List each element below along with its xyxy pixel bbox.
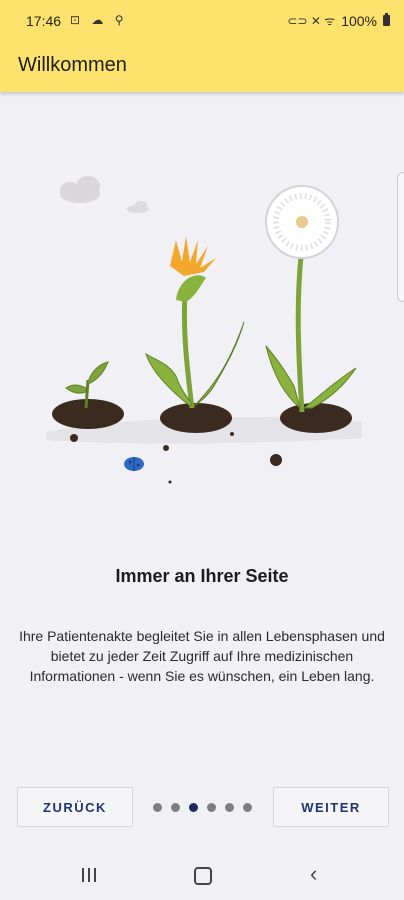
dandelion-flower [145, 236, 245, 409]
recents-icon[interactable] [82, 868, 96, 882]
small-cloud-icon [127, 201, 149, 213]
soil-mound-3 [280, 403, 352, 433]
app-title: Willkommen [18, 54, 127, 76]
app-bar: Willkommen [0, 44, 404, 92]
page-indicator [153, 803, 252, 812]
page-dot [171, 803, 180, 812]
page-dot-active [189, 803, 198, 812]
page-dot [225, 803, 234, 812]
edge-panel-handle[interactable] [397, 172, 404, 302]
home-icon[interactable] [194, 867, 212, 885]
page-heading: Immer an Ihrer Seite [115, 566, 289, 586]
soil-mound-1 [52, 399, 124, 429]
ladybug-icon [124, 457, 144, 471]
onboarding-illustration [46, 176, 362, 484]
status-bar: 17:46 ⊡ ☁ ⚲ ⊂⊃ ✕ ᯤ 100% [0, 0, 404, 44]
back-icon[interactable]: ‹ [310, 863, 317, 885]
battery-icon [383, 13, 390, 26]
back-button[interactable]: ZURÜCK [17, 787, 133, 827]
soil-mound-2 [160, 403, 232, 433]
page-dot [243, 803, 252, 812]
cloud-icon [60, 176, 100, 203]
status-time: 17:46 [26, 13, 62, 29]
status-right: ⊂⊃ ✕ ᯤ 100% [287, 12, 390, 29]
dandelion-seed [265, 185, 357, 413]
notification-icons: ⊡ ☁ ⚲ [70, 13, 128, 27]
page-description: Ihre Patientenakte begleitet Sie in alle… [19, 628, 385, 684]
battery-level: 100% [341, 12, 377, 29]
page-dot [153, 803, 162, 812]
next-button[interactable]: WEITER [273, 787, 389, 827]
signal-icons: ⊂⊃ ✕ ᯤ [287, 14, 336, 28]
system-nav-bar: ‹ [0, 852, 404, 900]
page-dot [207, 803, 216, 812]
